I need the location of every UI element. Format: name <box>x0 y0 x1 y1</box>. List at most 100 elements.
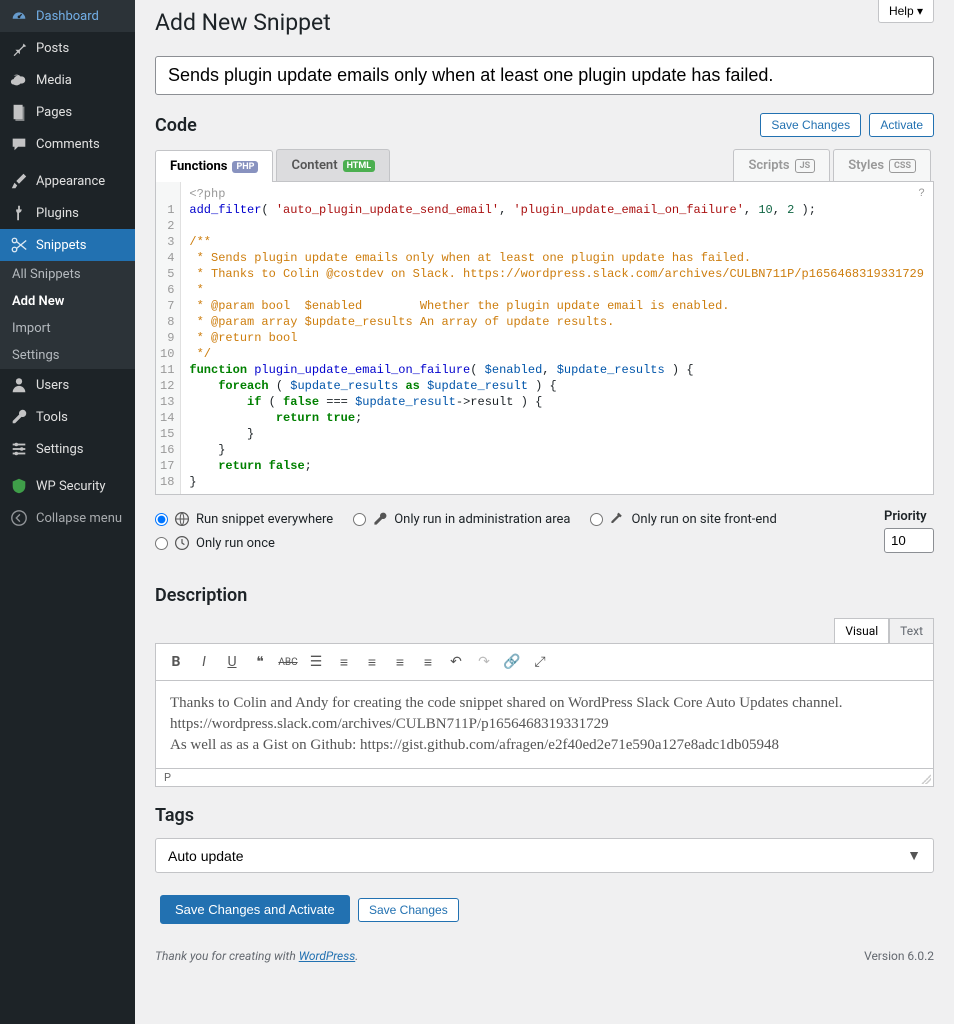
tags-heading: Tags <box>155 805 934 826</box>
sidebar-item-tools[interactable]: Tools <box>0 401 135 433</box>
undo-icon[interactable]: ↶ <box>444 650 468 674</box>
strikethrough-icon[interactable]: ABC <box>276 650 300 674</box>
priority-input[interactable] <box>884 528 934 553</box>
underline-icon[interactable]: U <box>220 650 244 674</box>
align-right-icon[interactable]: ≡ <box>416 650 440 674</box>
link-icon[interactable]: 🔗 <box>500 650 524 674</box>
submenu-item-add-new[interactable]: Add New <box>0 288 135 315</box>
hammer-icon <box>609 511 625 527</box>
scope-admin-radio[interactable] <box>353 513 366 526</box>
save-changes-button[interactable]: Save Changes <box>760 113 861 137</box>
sidebar-item-label: Posts <box>36 41 69 56</box>
italic-icon[interactable]: I <box>192 650 216 674</box>
redo-icon[interactable]: ↷ <box>472 650 496 674</box>
chevron-down-icon[interactable]: ▼ <box>907 847 921 864</box>
sidebar-item-settings[interactable]: Settings <box>0 433 135 465</box>
quote-icon[interactable]: ❝ <box>248 650 272 674</box>
sidebar-item-collapse-menu[interactable]: Collapse menu <box>0 502 135 534</box>
line-gutter: 123456789101112131415161718 <box>156 182 181 494</box>
desc-tab-visual[interactable]: Visual <box>834 618 889 643</box>
sidebar-item-dashboard[interactable]: Dashboard <box>0 0 135 32</box>
fullscreen-icon[interactable]: ⤢ <box>528 650 552 674</box>
tab-functions[interactable]: Functions PHP <box>155 150 273 182</box>
plug-icon <box>10 204 28 222</box>
admin-sidebar: Dashboard Posts Media Pages Comments Appearan… <box>0 0 135 1024</box>
snippet-title-input[interactable] <box>155 56 934 95</box>
scope-frontend-radio[interactable] <box>590 513 603 526</box>
shield-icon <box>10 477 28 495</box>
tab-styles[interactable]: Styles CSS <box>833 149 931 181</box>
sidebar-item-label: Tools <box>36 410 68 425</box>
sidebar-item-label: Snippets <box>36 238 87 253</box>
html-badge: HTML <box>343 160 376 172</box>
bullet-list-icon[interactable]: ☰ <box>304 650 328 674</box>
sidebar-item-label: Dashboard <box>36 9 99 24</box>
sidebar-item-wp-security[interactable]: WP Security <box>0 470 135 502</box>
sidebar-item-label: Appearance <box>36 174 105 189</box>
description-status: P <box>155 769 934 787</box>
tags-input[interactable] <box>168 848 907 864</box>
help-button[interactable]: Help ▾ <box>878 0 934 23</box>
number-list-icon[interactable]: ≡ <box>332 650 356 674</box>
save-changes-bottom-button[interactable]: Save Changes <box>358 898 459 922</box>
scope-once-radio[interactable] <box>155 537 168 550</box>
sidebar-item-label: Collapse menu <box>36 511 122 526</box>
scope-frontend[interactable]: Only run on site front-end <box>590 511 776 527</box>
page-title: Add New Snippet <box>155 0 934 56</box>
php-badge: PHP <box>232 161 258 173</box>
tab-scripts[interactable]: Scripts JS <box>733 149 830 181</box>
align-center-icon[interactable]: ≡ <box>388 650 412 674</box>
sidebar-item-appearance[interactable]: Appearance <box>0 165 135 197</box>
user-icon <box>10 376 28 394</box>
code-area[interactable]: <?phpadd_filter( 'auto_plugin_update_sen… <box>181 182 932 494</box>
priority-label: Priority <box>884 509 934 524</box>
align-left-icon[interactable]: ≡ <box>360 650 384 674</box>
scope-row: Run snippet everywhere Only run in admin… <box>155 495 934 567</box>
css-badge: CSS <box>889 159 916 173</box>
main-content: Help ▾ Add New Snippet Code Save Changes… <box>135 0 954 1024</box>
description-editor[interactable]: Thanks to Colin and Andy for creating th… <box>155 681 934 769</box>
scope-everywhere[interactable]: Run snippet everywhere <box>155 511 333 527</box>
priority-field: Priority <box>884 509 934 553</box>
scope-admin[interactable]: Only run in administration area <box>353 511 570 527</box>
sidebar-item-label: Plugins <box>36 206 79 221</box>
help-icon[interactable]: ? <box>918 188 925 200</box>
sidebar-item-label: Comments <box>36 137 100 152</box>
sidebar-item-snippets[interactable]: Snippets <box>0 229 135 261</box>
scope-once[interactable]: Only run once <box>155 535 777 551</box>
collapse-icon <box>10 509 28 527</box>
tab-content[interactable]: Content HTML <box>276 149 390 181</box>
description-heading: Description <box>155 585 934 606</box>
sidebar-item-posts[interactable]: Posts <box>0 32 135 64</box>
sidebar-item-users[interactable]: Users <box>0 369 135 401</box>
tags-input-wrap[interactable]: ▼ <box>155 838 934 873</box>
sidebar-item-pages[interactable]: Pages <box>0 96 135 128</box>
sidebar-item-media[interactable]: Media <box>0 64 135 96</box>
bold-icon[interactable]: B <box>164 650 188 674</box>
tab-styles-label: Styles <box>848 158 884 173</box>
page-icon <box>10 103 28 121</box>
save-and-activate-button[interactable]: Save Changes and Activate <box>160 895 350 924</box>
submenu-item-settings[interactable]: Settings <box>0 342 135 369</box>
sidebar-item-comments[interactable]: Comments <box>0 128 135 160</box>
submenu-item-import[interactable]: Import <box>0 315 135 342</box>
sidebar-item-plugins[interactable]: Plugins <box>0 197 135 229</box>
scope-everywhere-label: Run snippet everywhere <box>196 512 333 527</box>
wordpress-link[interactable]: WordPress <box>299 949 356 963</box>
scissors-icon <box>10 236 28 254</box>
code-editor[interactable]: ? 123456789101112131415161718 <?phpadd_f… <box>155 182 934 495</box>
media-icon <box>10 71 28 89</box>
brush-icon <box>10 172 28 190</box>
tab-functions-label: Functions <box>170 159 227 174</box>
sidebar-item-label: Media <box>36 73 72 88</box>
description-tabs: Visual Text <box>155 618 934 643</box>
activate-button[interactable]: Activate <box>869 113 934 137</box>
submenu-item-all-snippets[interactable]: All Snippets <box>0 261 135 288</box>
js-badge: JS <box>795 159 816 173</box>
scope-admin-label: Only run in administration area <box>394 512 570 527</box>
sidebar-item-label: Pages <box>36 105 72 120</box>
settings-icon <box>10 440 28 458</box>
scope-everywhere-radio[interactable] <box>155 513 168 526</box>
globe-icon <box>174 511 190 527</box>
desc-tab-text[interactable]: Text <box>889 618 934 643</box>
